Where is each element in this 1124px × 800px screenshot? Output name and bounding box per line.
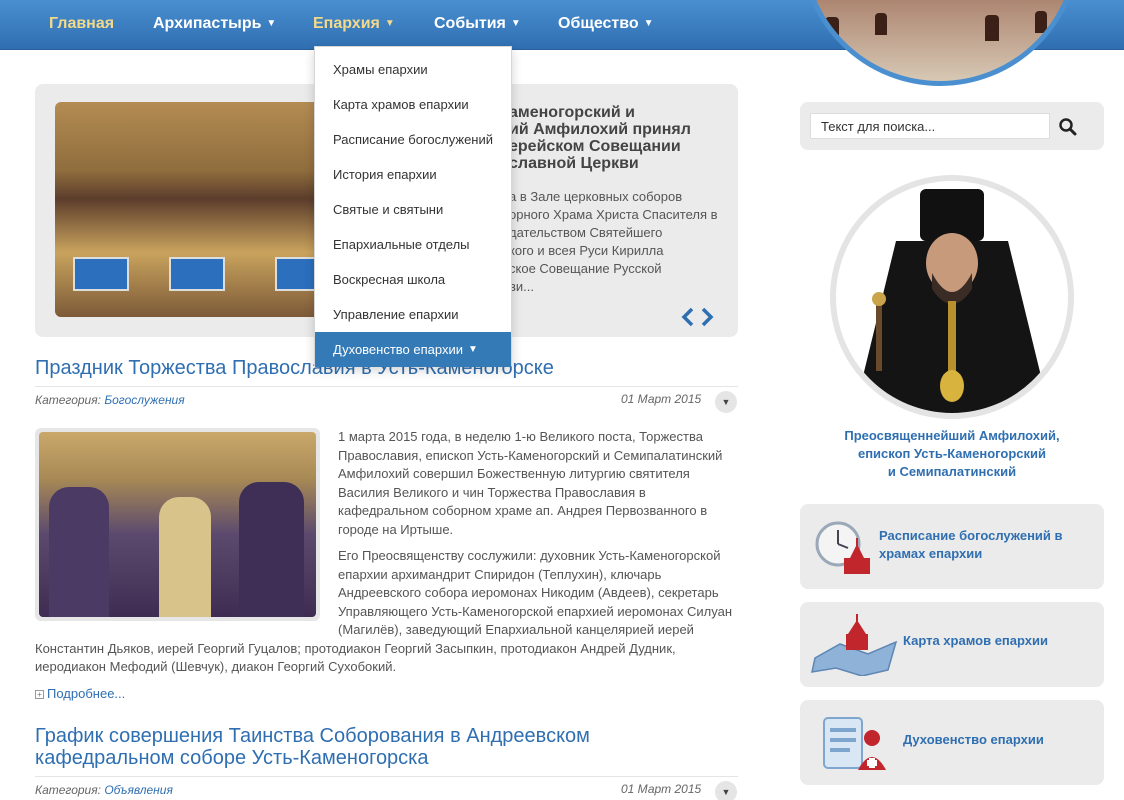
document-person-icon bbox=[823, 717, 886, 770]
clock-church-icon bbox=[815, 521, 870, 574]
dropdown-item-departments[interactable]: Епархиальные отделы bbox=[315, 227, 511, 262]
dropdown-item-administration[interactable]: Управление епархии bbox=[315, 297, 511, 332]
dropdown-item-clergy-label: Духовенство епархии bbox=[333, 342, 464, 357]
article-body: 1 марта 2015 года, в неделю 1-ю Великого… bbox=[35, 428, 738, 685]
plus-icon: + bbox=[35, 690, 44, 699]
article-options-button[interactable]: ▼ bbox=[715, 781, 737, 800]
slide-title[interactable]: аменогорский и ий Амфилохий принял ерейс… bbox=[509, 104, 739, 172]
search-input[interactable] bbox=[810, 113, 1050, 139]
map-church-icon bbox=[811, 614, 898, 676]
dropdown-item-history[interactable]: История епархии bbox=[315, 157, 511, 192]
nav-archpastor-label: Архипастырь bbox=[153, 15, 262, 32]
nav-society[interactable]: Общество ▼ bbox=[558, 15, 654, 33]
category-label: Категория: bbox=[35, 393, 101, 407]
dropdown-item-temples-map[interactable]: Карта храмов епархии bbox=[315, 87, 511, 122]
caret-down-icon: ▼ bbox=[721, 397, 731, 407]
header-cathedral-photo bbox=[800, 0, 1080, 86]
caret-down-icon: ▼ bbox=[510, 18, 521, 29]
article-date: 01 Март 2015 bbox=[621, 782, 702, 796]
side-card-clergy-label: Духовенство епархии bbox=[903, 732, 1044, 747]
dropdown-item-saints[interactable]: Святые и святыни bbox=[315, 192, 511, 227]
nav-home[interactable]: Главная bbox=[49, 15, 114, 33]
eparchy-dropdown-menu: Храмы епархии Карта храмов епархии Распи… bbox=[314, 46, 512, 367]
slide-photo[interactable] bbox=[55, 102, 337, 317]
nav-eparchy[interactable]: Епархия ▼ bbox=[313, 15, 395, 33]
bishop-caption-line: и Семипалатинский bbox=[887, 464, 1017, 479]
article-date: 01 Март 2015 bbox=[621, 392, 702, 406]
slide-photo-screen bbox=[73, 257, 129, 291]
article-title[interactable]: График совершения Таинства Соборования в… bbox=[35, 725, 635, 769]
side-card-clergy[interactable]: Духовенство епархии bbox=[800, 700, 1104, 785]
search-box bbox=[800, 102, 1104, 150]
divider bbox=[35, 386, 738, 387]
caret-down-icon: ▼ bbox=[643, 18, 654, 29]
caret-down-icon: ▼ bbox=[384, 18, 395, 29]
bishop-caption[interactable]: Преосвященнейший Амфилохий, епископ Усть… bbox=[800, 427, 1104, 481]
nav-society-label: Общество bbox=[558, 15, 639, 32]
read-more[interactable]: + Подробнее... bbox=[35, 686, 125, 701]
category-link[interactable]: Объявления bbox=[104, 783, 173, 797]
dropdown-item-clergy[interactable]: Духовенство епархии ▼ bbox=[315, 332, 511, 367]
slide-text: а в Зале церковных соборов орного Храма … bbox=[509, 189, 718, 294]
dropdown-item-sunday-school[interactable]: Воскресная школа bbox=[315, 262, 511, 297]
category-label: Категория: bbox=[35, 783, 101, 797]
dropdown-item-temples[interactable]: Храмы епархии bbox=[315, 52, 511, 87]
dropdown-item-schedule[interactable]: Расписание богослужений bbox=[315, 122, 511, 157]
caret-down-icon: ▼ bbox=[266, 18, 277, 29]
side-card-map[interactable]: Карта храмов епархии bbox=[800, 602, 1104, 687]
article-options-button[interactable]: ▼ bbox=[715, 391, 737, 413]
slider-arrows[interactable] bbox=[681, 304, 715, 335]
divider bbox=[35, 776, 738, 777]
search-icon[interactable] bbox=[1058, 117, 1078, 137]
bishop-portrait[interactable] bbox=[830, 175, 1074, 419]
bishop-photo bbox=[836, 181, 1068, 413]
nav-eparchy-label: Епархия bbox=[313, 15, 380, 32]
nav-events-label: События bbox=[434, 15, 506, 32]
side-card-schedule-label: Расписание богослужений в храмах епархии bbox=[879, 528, 1063, 561]
slide-photo-screen bbox=[169, 257, 225, 291]
category-link[interactable]: Богослужения bbox=[104, 393, 184, 407]
nav-events[interactable]: События ▼ bbox=[434, 15, 521, 33]
caret-down-icon: ▼ bbox=[468, 344, 478, 355]
caret-down-icon: ▼ bbox=[721, 787, 731, 797]
side-card-schedule[interactable]: Расписание богослужений в храмах епархии bbox=[800, 504, 1104, 589]
article-category: Категория: Богослужения bbox=[35, 393, 185, 407]
nav-archpastor[interactable]: Архипастырь ▼ bbox=[153, 15, 276, 33]
side-card-map-label: Карта храмов епархии bbox=[903, 633, 1048, 648]
read-more-link[interactable]: Подробнее... bbox=[47, 686, 125, 701]
chevron-left-right-icon[interactable] bbox=[681, 306, 715, 328]
article-category: Категория: Объявления bbox=[35, 783, 173, 797]
nav-home-label: Главная bbox=[49, 15, 115, 32]
bishop-figure bbox=[854, 189, 1050, 413]
bishop-caption-line: Преосвященнейший Амфилохий, bbox=[844, 428, 1060, 443]
bishop-caption-line: епископ Усть-Каменогорский bbox=[857, 446, 1047, 461]
